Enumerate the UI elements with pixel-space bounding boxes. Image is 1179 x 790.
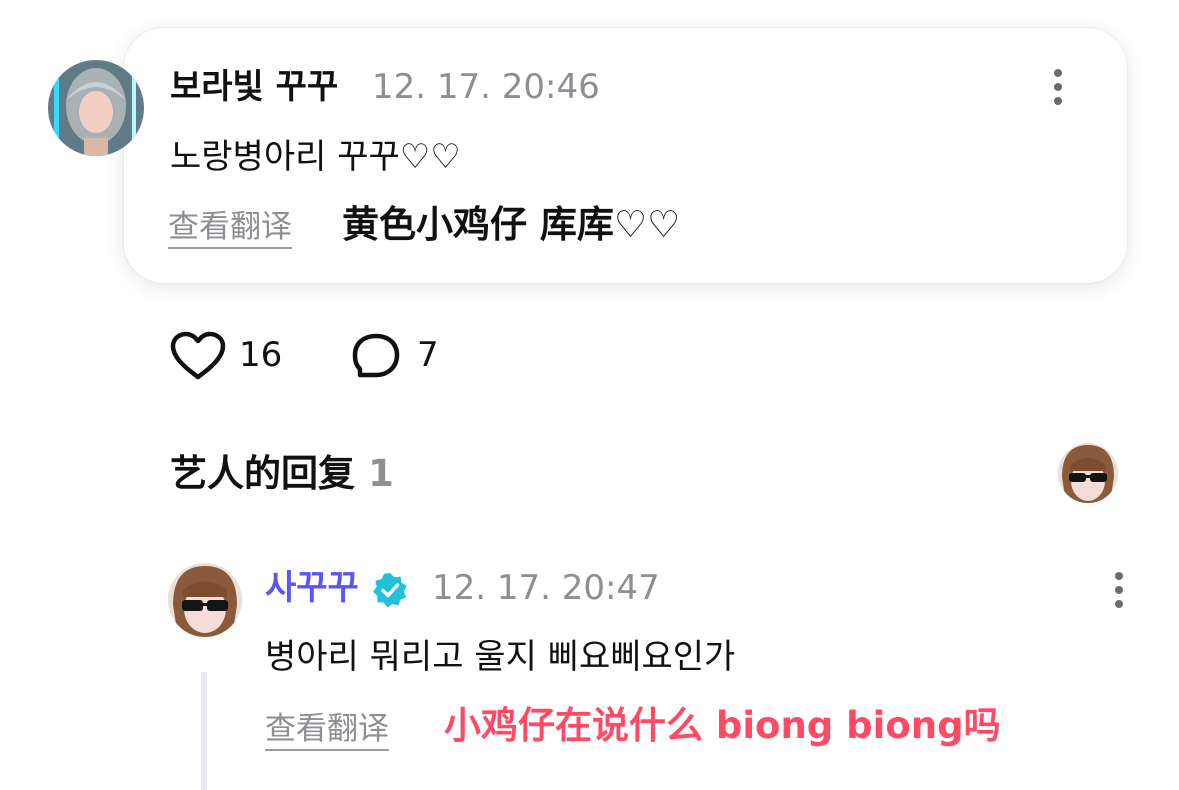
artist-avatar[interactable]: [168, 563, 242, 637]
reply-text: 병아리 뭐리고 울지 삐요삐요인가: [265, 637, 736, 677]
reply-translated-text: 小鸡仔在说什么 biong biong吗: [444, 704, 1001, 747]
like-icon[interactable]: [170, 331, 226, 385]
artist-name[interactable]: 사꾸꾸: [265, 571, 359, 605]
artist-avatar-small[interactable]: [1058, 443, 1118, 503]
comment-more-icon[interactable]: [1053, 69, 1063, 111]
reply-timestamp: 12. 17. 20:47: [432, 568, 660, 608]
reply-more-icon[interactable]: [1114, 572, 1124, 614]
comment-translate-button[interactable]: 查看翻译: [168, 212, 292, 249]
comment-text: 노랑병아리 꾸꾸♡♡: [170, 137, 461, 177]
commenter-name[interactable]: 보라빛 꾸꾸: [170, 70, 338, 104]
comment-translated-text: 黄色小鸡仔 库库♡♡: [342, 203, 681, 246]
artist-replies-count: 1: [368, 452, 394, 495]
artist-replies-title: 艺人的回复: [170, 452, 355, 495]
reply-thread-line: [201, 672, 207, 790]
verified-badge-icon: [372, 572, 408, 612]
like-count: 16: [239, 335, 283, 375]
artist-replies-header: 艺人的回复 1: [170, 455, 394, 492]
reply-translate-button[interactable]: 查看翻译: [265, 714, 389, 751]
commenter-avatar[interactable]: [48, 60, 144, 156]
comment-timestamp: 12. 17. 20:46: [372, 67, 600, 107]
reply-count: 7: [417, 335, 439, 375]
reply-count-icon[interactable]: [352, 333, 402, 383]
